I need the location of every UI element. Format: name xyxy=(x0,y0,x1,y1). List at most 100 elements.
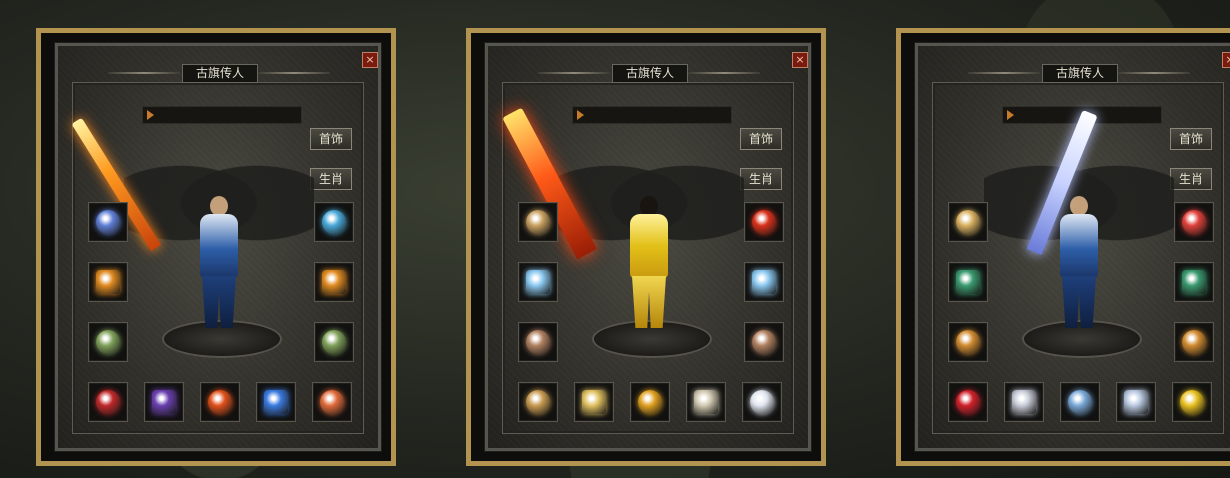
equipment-slot-right[interactable] xyxy=(1174,322,1214,362)
zodiac-button[interactable]: 生肖 xyxy=(740,168,782,190)
equipment-slot-left[interactable] xyxy=(948,262,988,302)
equipment-slot-bottom[interactable] xyxy=(630,382,670,422)
equipment-panel: 古旗传人 × 首饰生肖 xyxy=(466,28,826,466)
bone-boots-icon xyxy=(694,390,718,414)
equipment-slot-left[interactable] xyxy=(948,322,988,362)
panel-frame: 古旗传人 × 首饰生肖 xyxy=(54,42,382,452)
jewelry-button[interactable]: 首饰 xyxy=(1170,128,1212,150)
fire-claw-icon xyxy=(752,210,776,234)
equipment-slot-right[interactable] xyxy=(744,262,784,302)
character-body xyxy=(630,214,668,278)
character-name-bar xyxy=(142,106,302,124)
equipment-slot-left[interactable] xyxy=(518,202,558,242)
flame-helmet-icon xyxy=(322,270,346,294)
equipment-slot-right[interactable] xyxy=(314,202,354,242)
title-ornament xyxy=(688,72,760,74)
jewelry-button[interactable]: 首饰 xyxy=(740,128,782,150)
character-legs xyxy=(632,276,666,328)
red-orb-icon xyxy=(956,390,980,414)
crossed-blades-icon xyxy=(320,390,344,414)
equipment-slot-bottom[interactable] xyxy=(742,382,782,422)
title-ornament xyxy=(258,72,330,74)
character-name-bar xyxy=(572,106,732,124)
potion-icon xyxy=(96,390,120,414)
equipment-slot-right[interactable] xyxy=(1174,262,1214,302)
crescent-bracelet-icon xyxy=(322,210,346,234)
gold-star-icon xyxy=(1180,390,1204,414)
flame-helmet-icon xyxy=(96,270,120,294)
lightning-boots-icon xyxy=(264,390,288,414)
character-head xyxy=(210,196,228,216)
equipment-slot-bottom[interactable] xyxy=(256,382,296,422)
close-button[interactable]: × xyxy=(1222,52,1230,68)
panel-frame: 古旗传人 × 首饰生肖 xyxy=(914,42,1230,452)
serpent-bracelet-icon xyxy=(956,270,980,294)
spellbook-icon xyxy=(526,210,550,234)
scroll-icon xyxy=(526,390,550,414)
silver-belt-icon xyxy=(1012,390,1036,414)
tian-medal-icon xyxy=(208,390,232,414)
equipment-slot-bottom[interactable] xyxy=(1060,382,1100,422)
equipment-slot-left[interactable] xyxy=(88,202,128,242)
panel-title: 古旗传人 xyxy=(612,64,688,83)
equipment-slot-right[interactable] xyxy=(314,262,354,302)
golden-belt-icon xyxy=(582,390,606,414)
equipment-slot-bottom[interactable] xyxy=(1004,382,1044,422)
silver-boots-icon xyxy=(1124,390,1148,414)
character-legs xyxy=(1062,276,1096,328)
equipment-slot-right[interactable] xyxy=(744,322,784,362)
title-ornament xyxy=(538,72,610,74)
character-head xyxy=(640,196,658,216)
panel-title: 古旗传人 xyxy=(182,64,258,83)
crimson-shield-icon xyxy=(1182,210,1206,234)
zodiac-button[interactable]: 生肖 xyxy=(1170,168,1212,190)
amber-ring-icon xyxy=(1182,330,1206,354)
jade-ring-icon xyxy=(322,330,346,354)
character-model xyxy=(192,196,246,330)
title-ornament xyxy=(108,72,180,74)
serpent-bracelet-icon xyxy=(1182,270,1206,294)
close-button[interactable]: × xyxy=(792,52,808,68)
equipment-slot-bottom[interactable] xyxy=(948,382,988,422)
ice-tablet-icon xyxy=(1068,390,1092,414)
equipment-slot-right[interactable] xyxy=(314,322,354,362)
panel-frame: 古旗传人 × 首饰生肖 xyxy=(484,42,812,452)
frost-gem-icon xyxy=(750,390,774,414)
zodiac-button[interactable]: 生肖 xyxy=(310,168,352,190)
equipment-slot-right[interactable] xyxy=(1174,202,1214,242)
equipment-slot-bottom[interactable] xyxy=(518,382,558,422)
title-ornament xyxy=(968,72,1040,74)
character-body xyxy=(1060,214,1098,278)
close-button[interactable]: × xyxy=(362,52,378,68)
equipment-slot-bottom[interactable] xyxy=(686,382,726,422)
equipment-slot-bottom[interactable] xyxy=(144,382,184,422)
equipment-slot-left[interactable] xyxy=(948,202,988,242)
equipment-slot-right[interactable] xyxy=(744,202,784,242)
equipment-slot-bottom[interactable] xyxy=(574,382,614,422)
character-model xyxy=(1052,196,1106,330)
equipment-slot-left[interactable] xyxy=(88,322,128,362)
equipment-slot-bottom[interactable] xyxy=(88,382,128,422)
equipment-panel: 古旗传人 × 首饰生肖 xyxy=(896,28,1230,466)
equipment-slot-left[interactable] xyxy=(518,262,558,302)
equipment-slot-left[interactable] xyxy=(518,322,558,362)
golden-skull-icon xyxy=(638,390,662,414)
equipment-panel: 古旗传人 × 首饰生肖 xyxy=(36,28,396,466)
equipment-slot-bottom[interactable] xyxy=(1116,382,1156,422)
character-model xyxy=(622,196,676,330)
equipment-slot-bottom[interactable] xyxy=(312,382,352,422)
amber-ring-icon xyxy=(956,330,980,354)
sun-medallion-icon xyxy=(956,210,980,234)
title-ornament xyxy=(1118,72,1190,74)
character-body xyxy=(200,214,238,278)
character-legs xyxy=(202,276,236,328)
bone-ring-icon xyxy=(752,330,776,354)
character-head xyxy=(1070,196,1088,216)
equipment-slot-bottom[interactable] xyxy=(1172,382,1212,422)
equipment-slot-bottom[interactable] xyxy=(200,382,240,422)
equipment-slot-left[interactable] xyxy=(88,262,128,302)
jade-ring-icon xyxy=(96,330,120,354)
panel-title: 古旗传人 xyxy=(1042,64,1118,83)
dragon-necklace-icon xyxy=(96,210,120,234)
jewelry-button[interactable]: 首饰 xyxy=(310,128,352,150)
